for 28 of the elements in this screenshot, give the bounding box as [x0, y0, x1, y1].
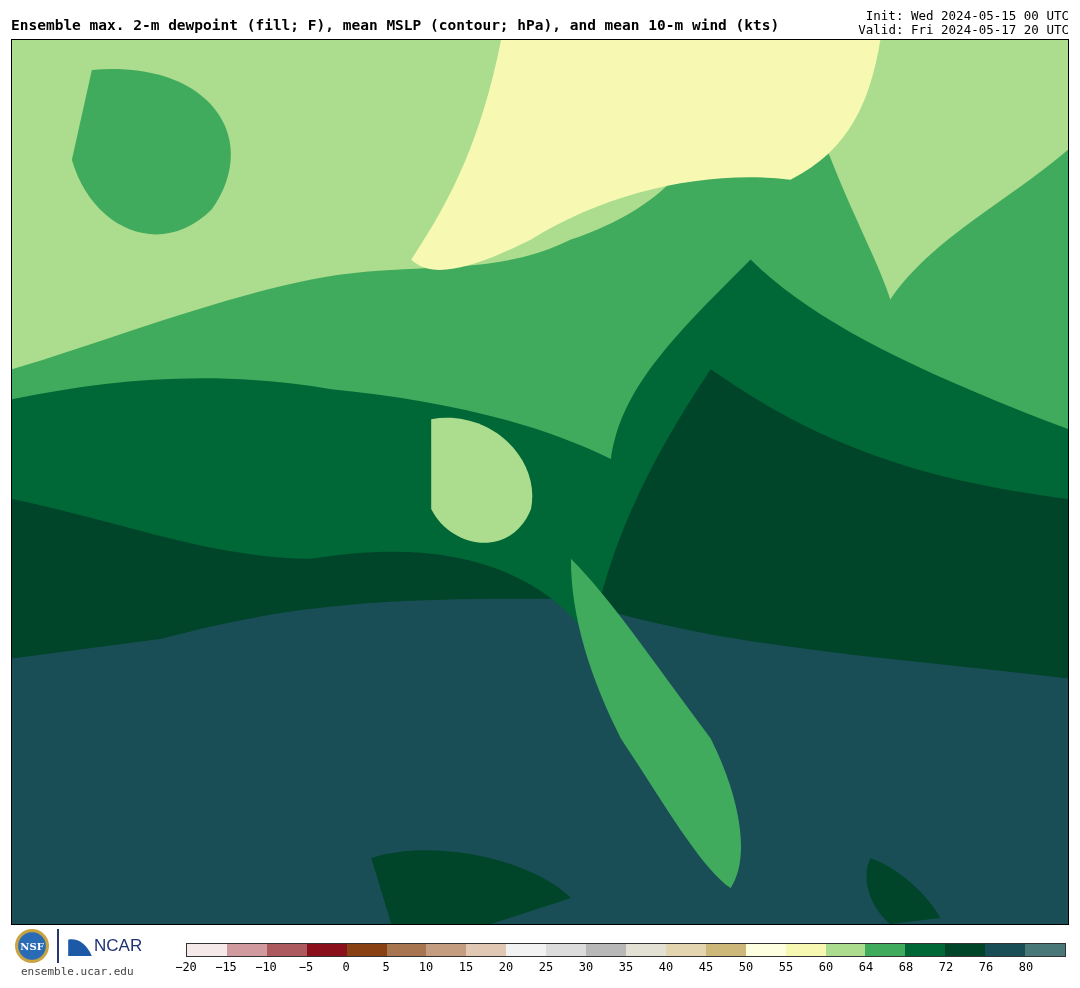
tick-label: −10 [254, 960, 278, 974]
tick-label: 50 [737, 960, 755, 974]
tick-label: 10 [417, 960, 435, 974]
tick-label: −20 [174, 960, 198, 974]
tick-label: 72 [937, 960, 955, 974]
tick-label: −5 [297, 960, 315, 974]
tick-label: 76 [977, 960, 995, 974]
tick-label: 80 [1017, 960, 1035, 974]
tick-label: 64 [857, 960, 875, 974]
tick-label: 45 [697, 960, 715, 974]
init-time: Init: Wed 2024-05-15 00 UTC [864, 9, 1069, 23]
chart-title: Ensemble max. 2-m dewpoint (fill; F), mean MSLP (contour; hPa), and mean 10-m wind (kts) [11, 17, 780, 35]
tick-label: 30 [577, 960, 595, 974]
tick-label: 40 [657, 960, 675, 974]
tick-label: −15 [214, 960, 238, 974]
tick-label: 0 [341, 960, 351, 974]
tick-label: 15 [457, 960, 475, 974]
tick-label: 35 [617, 960, 635, 974]
tick-label: 20 [497, 960, 515, 974]
valid-time: Valid: Fri 2024-05-17 20 UTC [858, 23, 1069, 37]
tick-label: 55 [777, 960, 795, 974]
ncar-logo: NCAR [67, 936, 143, 956]
tick-label: 5 [381, 960, 391, 974]
nsf-logo: NSF [15, 929, 49, 963]
tick-label: 60 [817, 960, 835, 974]
tick-label: 68 [897, 960, 915, 974]
tick-label: 25 [537, 960, 555, 974]
site-address: ensemble.ucar.edu [20, 965, 134, 978]
